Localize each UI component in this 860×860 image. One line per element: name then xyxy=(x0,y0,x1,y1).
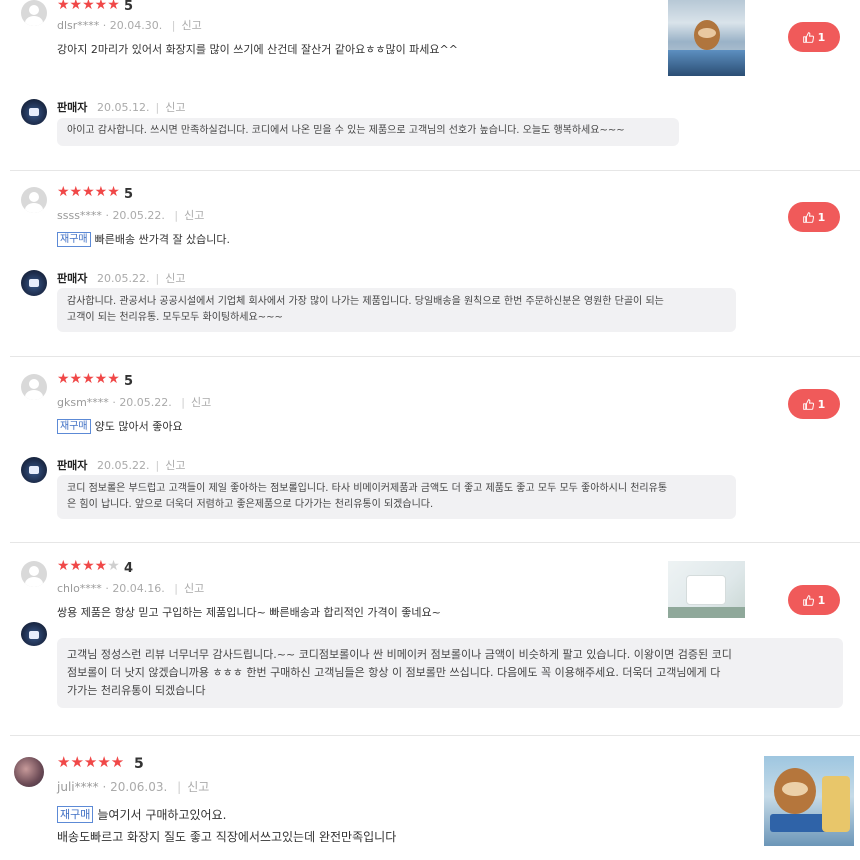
like-button[interactable]: 1 xyxy=(788,585,840,615)
reviewer-id: ssss**** xyxy=(57,209,102,222)
star-rating: ★★★★★ xyxy=(57,753,125,771)
rating-score: 5 xyxy=(124,187,134,202)
thumbs-up-icon xyxy=(802,211,814,223)
seller-name: 판매자 xyxy=(57,101,88,114)
thumbs-up-icon xyxy=(802,594,814,606)
user-avatar-icon xyxy=(21,374,47,400)
report-link[interactable]: 신고 xyxy=(184,209,204,222)
rating-score: 5 xyxy=(124,374,134,389)
review-meta: ssss**** · 20.05.22. | 신고 xyxy=(57,209,205,222)
reply-meta: 20.05.12. | 신고 xyxy=(97,101,186,114)
like-button[interactable]: 1 xyxy=(788,389,840,419)
review-date: 20.05.22. xyxy=(112,209,165,222)
repurchase-badge: 재구매 xyxy=(57,806,94,823)
star-rating: ★★★★★ xyxy=(57,558,120,574)
seller-reply: 고객님 정성스런 리뷰 너무너무 감사드립니다.~~ 코디점보롤이나 싼 비메이… xyxy=(57,638,843,708)
like-button[interactable]: 1 xyxy=(788,22,840,52)
user-avatar xyxy=(14,757,44,787)
seller-avatar xyxy=(21,270,47,296)
review-meta: gksm**** · 20.05.22. | 신고 xyxy=(57,396,212,409)
review-text: 강아지 2마리가 있어서 화장지를 많이 쓰기에 산건데 잘산거 같아요ㅎㅎ많이… xyxy=(57,43,458,56)
divider xyxy=(10,735,860,736)
review-meta: chlo**** · 20.04.16. | 신고 xyxy=(57,582,205,595)
divider xyxy=(10,170,860,171)
divider xyxy=(10,356,860,357)
reply-date: 20.05.12. xyxy=(97,101,150,114)
user-avatar-icon xyxy=(21,187,47,213)
reply-report-link[interactable]: 신고 xyxy=(165,101,185,114)
reply-report-link[interactable]: 신고 xyxy=(165,459,185,472)
review-text: 재구매 양도 많아서 좋아요 xyxy=(57,418,183,434)
reviewer-id: dlsr**** xyxy=(57,19,100,32)
review-photo[interactable] xyxy=(668,561,745,618)
repurchase-badge: 재구매 xyxy=(57,232,91,247)
rating-score: 5 xyxy=(134,756,144,772)
review-date: 20.05.22. xyxy=(119,396,172,409)
seller-reply: 감사합니다. 관공서나 공공시설에서 기업체 회사에서 가장 많이 나가는 제품… xyxy=(57,288,736,332)
user-avatar-icon xyxy=(21,0,47,26)
reviewer-id: gksm**** xyxy=(57,396,109,409)
seller-name: 판매자 xyxy=(57,272,88,285)
review-date: 20.04.30. xyxy=(109,19,163,32)
review-photo[interactable] xyxy=(764,756,854,846)
star-rating: ★★★★★ xyxy=(57,0,120,13)
user-avatar-icon xyxy=(21,561,47,587)
report-link[interactable]: 신고 xyxy=(182,19,202,32)
seller-avatar xyxy=(21,622,47,646)
review-text: 재구매 늘여기서 구매하고있어요. xyxy=(57,806,226,823)
seller-avatar xyxy=(21,99,47,125)
seller-reply: 아이고 감사합니다. 쓰시면 만족하실겁니다. 코디에서 나온 믿을 수 있는 … xyxy=(57,118,679,146)
review-date: 20.06.03. xyxy=(110,780,168,794)
review-text: 쌍용 제품은 항상 믿고 구입하는 제품입니다~ 빠른배송과 합리적인 가격이 … xyxy=(57,606,441,619)
seller-reply: 코디 점보롤은 부드럽고 고객들이 제일 좋아하는 점보롤입니다. 타사 비메이… xyxy=(57,475,736,519)
report-link[interactable]: 신고 xyxy=(184,582,204,595)
thumbs-up-icon xyxy=(802,31,814,43)
rating-score: 5 xyxy=(124,0,134,14)
reply-date: 20.05.22. xyxy=(97,272,150,285)
rating-score: 4 xyxy=(124,561,134,576)
review-meta: juli**** · 20.06.03. | 신고 xyxy=(57,780,210,794)
reply-date: 20.05.22. xyxy=(97,459,150,472)
reviewer-id: juli**** xyxy=(57,780,99,794)
divider xyxy=(10,542,860,543)
report-link[interactable]: 신고 xyxy=(191,396,211,409)
review-date: 20.04.16. xyxy=(112,582,165,595)
review-photo[interactable] xyxy=(668,0,745,76)
star-rating: ★★★★★ xyxy=(57,371,120,387)
reply-report-link[interactable]: 신고 xyxy=(165,272,185,285)
like-button[interactable]: 1 xyxy=(788,202,840,232)
reply-meta: 20.05.22. | 신고 xyxy=(97,272,186,285)
repurchase-badge: 재구매 xyxy=(57,419,91,434)
review-meta: dlsr**** · 20.04.30. | 신고 xyxy=(57,19,202,32)
seller-name: 판매자 xyxy=(57,459,88,472)
reply-meta: 20.05.22. | 신고 xyxy=(97,459,186,472)
seller-avatar xyxy=(21,457,47,483)
report-link[interactable]: 신고 xyxy=(187,780,209,794)
thumbs-up-icon xyxy=(802,398,814,410)
review-text: 재구매 빠른배송 싼가격 잘 샀습니다. xyxy=(57,231,230,247)
star-rating: ★★★★★ xyxy=(57,184,120,200)
reviewer-id: chlo**** xyxy=(57,582,102,595)
review-text-line2: 배송도빠르고 화장지 질도 좋고 직장에서쓰고있는데 완전만족입니다 xyxy=(57,830,397,844)
